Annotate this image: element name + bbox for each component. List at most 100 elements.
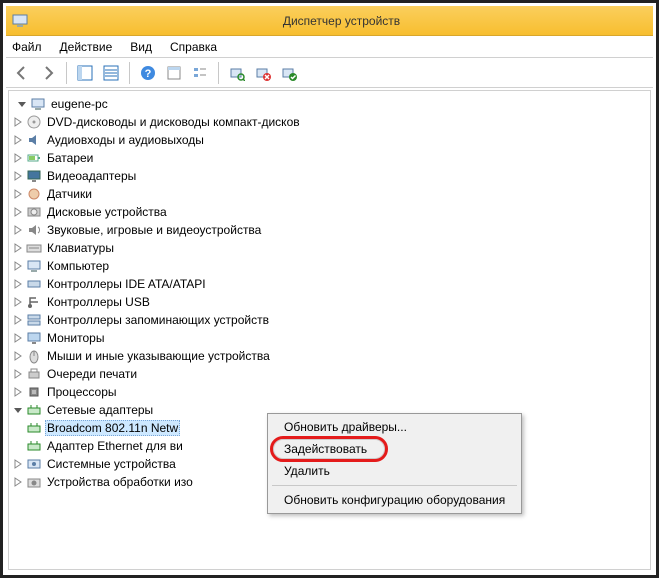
net-icon bbox=[26, 402, 42, 418]
mouse-icon bbox=[26, 348, 42, 364]
menu-action[interactable]: Действие bbox=[60, 40, 113, 54]
view-button[interactable] bbox=[188, 61, 212, 85]
context-delete[interactable]: Удалить bbox=[270, 460, 519, 482]
tree-item[interactable]: Датчики bbox=[11, 185, 650, 203]
tree-item-label: Аудиовходы и аудиовыходы bbox=[45, 132, 206, 148]
context-enable[interactable]: Задействовать bbox=[270, 438, 519, 460]
forward-button[interactable] bbox=[36, 61, 60, 85]
device-tree[interactable]: eugene-pc DVD-дисководы и дисководы комп… bbox=[8, 90, 651, 570]
expander-icon[interactable] bbox=[11, 367, 25, 381]
context-update-drivers[interactable]: Обновить драйверы... bbox=[270, 416, 519, 438]
tree-item-label: Очереди печати bbox=[45, 366, 139, 382]
audio-icon bbox=[26, 132, 42, 148]
expander-icon[interactable] bbox=[11, 475, 25, 489]
expander-icon[interactable] bbox=[11, 403, 25, 417]
expander-icon[interactable] bbox=[11, 331, 25, 345]
tree-item-label: Контроллеры USB bbox=[45, 294, 152, 310]
monitor-icon bbox=[26, 330, 42, 346]
expander-icon[interactable] bbox=[11, 133, 25, 147]
ide-icon bbox=[26, 276, 42, 292]
show-hide-tree-button[interactable] bbox=[73, 61, 97, 85]
expander-icon[interactable] bbox=[11, 295, 25, 309]
window-title: Диспетчер устройств bbox=[36, 14, 647, 28]
expander-icon[interactable] bbox=[11, 457, 25, 471]
battery-icon bbox=[26, 150, 42, 166]
tree-item-label: Сетевые адаптеры bbox=[45, 402, 155, 418]
expander-icon[interactable] bbox=[11, 439, 25, 453]
usb-icon bbox=[26, 294, 42, 310]
menubar: Файл Действие Вид Справка bbox=[6, 36, 653, 58]
tree-item-label: Процессоры bbox=[45, 384, 119, 400]
expander-icon[interactable] bbox=[11, 223, 25, 237]
tree-item-label: Батареи bbox=[45, 150, 95, 166]
tree-item-label: Устройства обработки изо bbox=[45, 474, 195, 490]
menu-help[interactable]: Справка bbox=[170, 40, 217, 54]
expander-icon[interactable] bbox=[11, 277, 25, 291]
tree-item-label: Клавиатуры bbox=[45, 240, 116, 256]
tree-item[interactable]: Клавиатуры bbox=[11, 239, 650, 257]
tree-item[interactable]: Очереди печати bbox=[11, 365, 650, 383]
tree-root-label: eugene-pc bbox=[49, 96, 110, 112]
tree-item-label: Broadcom 802.11n Netw bbox=[45, 420, 180, 436]
printer-icon bbox=[26, 366, 42, 382]
disable-button[interactable] bbox=[251, 61, 275, 85]
expander-icon[interactable] bbox=[15, 97, 29, 111]
tree-item[interactable]: Контроллеры IDE ATA/ATAPI bbox=[11, 275, 650, 293]
storage-icon bbox=[26, 312, 42, 328]
tree-item[interactable]: Видеоадаптеры bbox=[11, 167, 650, 185]
expander-icon[interactable] bbox=[11, 169, 25, 183]
svg-text:?: ? bbox=[145, 68, 152, 80]
computer-icon bbox=[26, 258, 42, 274]
tree-item[interactable]: Мыши и иные указывающие устройства bbox=[11, 347, 650, 365]
tree-root[interactable]: eugene-pc bbox=[11, 95, 650, 113]
toolbar-separator bbox=[218, 62, 219, 84]
tree-item[interactable]: Процессоры bbox=[11, 383, 650, 401]
tree-item-label: Мыши и иные указывающие устройства bbox=[45, 348, 272, 364]
expander-icon[interactable] bbox=[11, 385, 25, 399]
tree-item[interactable]: Батареи bbox=[11, 149, 650, 167]
keyboard-icon bbox=[26, 240, 42, 256]
tree-item[interactable]: Звуковые, игровые и видеоустройства bbox=[11, 221, 650, 239]
expander-icon[interactable] bbox=[11, 421, 25, 435]
detail-pane-button[interactable] bbox=[99, 61, 123, 85]
help-button[interactable]: ? bbox=[136, 61, 160, 85]
expander-icon[interactable] bbox=[11, 115, 25, 129]
menu-view[interactable]: Вид bbox=[130, 40, 152, 54]
tree-item[interactable]: Мониторы bbox=[11, 329, 650, 347]
titlebar: Диспетчер устройств bbox=[6, 6, 653, 36]
tree-item-label: Контроллеры запоминающих устройств bbox=[45, 312, 271, 328]
tree-item[interactable]: DVD-дисководы и дисководы компакт-дисков bbox=[11, 113, 650, 131]
toolbar-separator bbox=[129, 62, 130, 84]
net-icon bbox=[26, 420, 42, 436]
tree-item-label: Контроллеры IDE ATA/ATAPI bbox=[45, 276, 208, 292]
imaging-icon bbox=[26, 474, 42, 490]
tree-item-label: Дисковые устройства bbox=[45, 204, 169, 220]
context-menu: Обновить драйверы... Задействовать Удали… bbox=[267, 413, 522, 514]
expander-icon[interactable] bbox=[11, 259, 25, 273]
expander-icon[interactable] bbox=[11, 241, 25, 255]
expander-icon[interactable] bbox=[11, 349, 25, 363]
tree-item[interactable]: Дисковые устройства bbox=[11, 203, 650, 221]
toolbar-separator bbox=[66, 62, 67, 84]
properties-button[interactable] bbox=[162, 61, 186, 85]
expander-icon[interactable] bbox=[11, 151, 25, 165]
expander-icon[interactable] bbox=[11, 313, 25, 327]
scan-hardware-button[interactable] bbox=[225, 61, 249, 85]
back-button[interactable] bbox=[10, 61, 34, 85]
tree-item-label: Мониторы bbox=[45, 330, 106, 346]
tree-item-label: Компьютер bbox=[45, 258, 111, 274]
context-refresh-config[interactable]: Обновить конфигурацию оборудования bbox=[270, 489, 519, 511]
net-icon bbox=[26, 438, 42, 454]
expander-icon[interactable] bbox=[11, 205, 25, 219]
tree-item[interactable]: Аудиовходы и аудиовыходы bbox=[11, 131, 650, 149]
tree-item-label: Датчики bbox=[45, 186, 94, 202]
tree-item[interactable]: Контроллеры запоминающих устройств bbox=[11, 311, 650, 329]
tree-item-label: Системные устройства bbox=[45, 456, 178, 472]
sound-icon bbox=[26, 222, 42, 238]
tree-item[interactable]: Контроллеры USB bbox=[11, 293, 650, 311]
disc-icon bbox=[26, 114, 42, 130]
expander-icon[interactable] bbox=[11, 187, 25, 201]
enable-button[interactable] bbox=[277, 61, 301, 85]
tree-item[interactable]: Компьютер bbox=[11, 257, 650, 275]
menu-file[interactable]: Файл bbox=[12, 40, 42, 54]
